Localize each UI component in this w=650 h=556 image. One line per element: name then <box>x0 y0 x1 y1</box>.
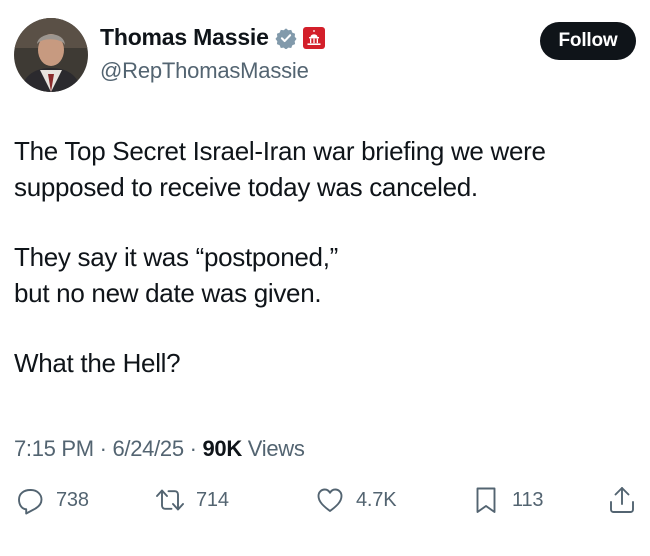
views-label: Views <box>247 436 305 461</box>
bookmark-count: 113 <box>512 488 544 511</box>
share-icon <box>610 487 634 513</box>
verified-badge-icon[interactable] <box>275 27 297 49</box>
tweet-text: The Top Secret Israel-Iran war briefing … <box>14 133 634 381</box>
like-count: 4.7K <box>356 488 397 511</box>
tweet-line: What the Hell? <box>14 348 181 378</box>
tweet-line: but no new date was given. <box>14 278 322 308</box>
action-bar: 738 714 4.7K 113 <box>14 484 636 520</box>
author-block: Thomas Massie @RepThomasMassie <box>100 24 325 84</box>
author-handle[interactable]: @RepThomasMassie <box>100 58 325 84</box>
meta-separator: · <box>99 436 107 461</box>
tweet-line: The Top Secret Israel-Iran war briefing … <box>14 136 546 166</box>
tweet-paragraph: They say it was “postponed,” but no new … <box>14 239 634 311</box>
reply-icon <box>18 489 43 515</box>
reply-count: 738 <box>56 488 89 511</box>
tweet-header: Thomas Massie @RepThomasMassie Follow <box>14 18 636 94</box>
views-count: 90K <box>202 436 242 461</box>
avatar[interactable] <box>14 18 88 92</box>
heart-icon <box>317 488 343 512</box>
name-row: Thomas Massie <box>100 24 325 51</box>
tweet-line: supposed to receive today was canceled. <box>14 172 478 202</box>
repost-icon <box>156 489 184 511</box>
meta-separator: · <box>189 436 197 461</box>
bookmark-icon <box>476 487 496 513</box>
follow-button[interactable]: Follow <box>540 22 636 60</box>
tweet-date[interactable]: 6/24/25 <box>113 436 185 461</box>
display-name[interactable]: Thomas Massie <box>100 24 269 51</box>
reply-button[interactable]: 738 <box>14 484 89 516</box>
share-button[interactable] <box>606 484 638 516</box>
repost-count: 714 <box>196 488 229 511</box>
like-button[interactable]: 4.7K <box>314 484 397 516</box>
tweet-paragraph: The Top Secret Israel-Iran war briefing … <box>14 133 634 205</box>
tweet-paragraph: What the Hell? <box>14 345 634 381</box>
bookmark-button[interactable]: 113 <box>470 484 543 516</box>
tweet-meta: 7:15 PM · 6/24/25 · 90K Views <box>14 436 305 462</box>
repost-button[interactable]: 714 <box>154 484 229 516</box>
tweet-line: They say it was “postponed,” <box>14 242 338 272</box>
tweet-time[interactable]: 7:15 PM <box>14 436 94 461</box>
capitol-building-icon[interactable] <box>302 26 325 49</box>
